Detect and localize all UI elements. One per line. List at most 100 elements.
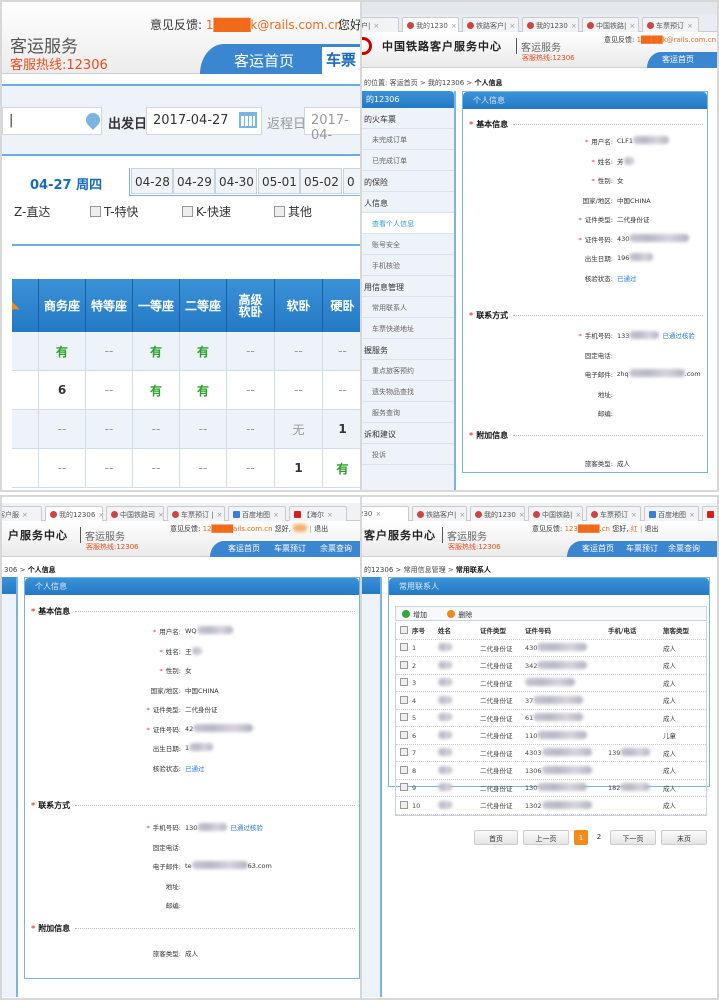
- close-tab-icon[interactable]: ×: [158, 511, 164, 519]
- row-checkbox[interactable]: [400, 695, 408, 704]
- sidebar-item[interactable]: 账号安全: [362, 234, 454, 255]
- row-checkbox[interactable]: [400, 660, 408, 669]
- close-tab-icon[interactable]: ×: [509, 22, 515, 30]
- table-row[interactable]: 4 二代身份证 37 成人: [396, 692, 706, 710]
- nav-home[interactable]: 客运首页: [582, 543, 614, 554]
- sidebar-group[interactable]: 人信息: [362, 192, 454, 213]
- row-checkbox[interactable]: [400, 713, 408, 722]
- date-tab[interactable]: 05-02: [300, 168, 342, 194]
- calendar-icon[interactable]: [239, 112, 257, 128]
- last-page-button[interactable]: 末页: [661, 830, 707, 845]
- sidebar-item[interactable]: 已完成订单: [362, 150, 454, 171]
- sidebar-item[interactable]: 手机核验: [362, 255, 454, 276]
- logout-link[interactable]: 退出: [645, 525, 659, 533]
- breadcrumb-my12306[interactable]: 我的12306: [428, 79, 464, 87]
- nav-tickets[interactable]: 车票: [322, 47, 360, 74]
- table-row[interactable]: 2 二代身份证 342 成人: [396, 657, 706, 675]
- nav-home[interactable]: 客运首页: [234, 50, 294, 71]
- date-tab[interactable]: 0: [343, 168, 360, 194]
- close-tab-icon[interactable]: ×: [373, 22, 379, 30]
- close-tab-icon[interactable]: ×: [575, 511, 581, 519]
- close-tab-icon[interactable]: ×: [217, 511, 223, 519]
- sidebar-group[interactable]: 用信息管理: [362, 276, 454, 297]
- filter-t[interactable]: T-特快: [90, 203, 139, 220]
- sidebar-item[interactable]: 投诉: [362, 444, 454, 465]
- row-checkbox[interactable]: [400, 678, 408, 687]
- sidebar-item[interactable]: 遗失物品查找: [362, 381, 454, 402]
- close-tab-icon[interactable]: ×: [22, 511, 28, 519]
- date-tab[interactable]: 04-28: [131, 168, 173, 194]
- close-tab-icon[interactable]: ×: [629, 22, 635, 30]
- row-checkbox[interactable]: [400, 783, 408, 792]
- checkbox[interactable]: [182, 206, 193, 217]
- close-tab-icon[interactable]: ×: [273, 511, 279, 519]
- date-tab[interactable]: 04-30: [215, 168, 257, 194]
- date-tab-active[interactable]: 04-27 周四: [12, 168, 130, 196]
- first-page-button[interactable]: 首页: [474, 830, 518, 845]
- table-row[interactable]: 3 二代身份证 成人: [396, 675, 706, 692]
- sidebar-group[interactable]: 的保险: [362, 171, 454, 192]
- page-2-button[interactable]: 2: [593, 830, 605, 845]
- row-checkbox[interactable]: [400, 800, 408, 809]
- sidebar-item[interactable]: 重点旅客预约: [362, 360, 454, 381]
- mobile-verified-link[interactable]: 已通过核验: [662, 332, 695, 340]
- breadcrumb-info-management[interactable]: 常用信息管理 >: [404, 566, 454, 574]
- table-row[interactable]: -- -- -- -- -- 1 有: [12, 449, 360, 488]
- page-1-button[interactable]: 1: [574, 830, 588, 845]
- row-checkbox[interactable]: [400, 730, 408, 739]
- nav-booking[interactable]: 车票预订: [626, 543, 658, 554]
- date-tab[interactable]: 04-29: [173, 168, 215, 194]
- close-tab-icon[interactable]: ×: [571, 22, 577, 30]
- table-row[interactable]: 8 二代身份证 1306 成人: [396, 762, 706, 780]
- close-tab-icon[interactable]: ×: [459, 511, 465, 519]
- close-tab-icon[interactable]: ×: [687, 22, 693, 30]
- filter-other[interactable]: 其他: [274, 203, 312, 220]
- logout-link[interactable]: 退出: [314, 525, 328, 533]
- table-row[interactable]: -- -- -- -- -- 无 1: [12, 410, 360, 449]
- feedback-email-link[interactable]: 1████k@rails.com.cn: [637, 36, 716, 44]
- nav-remaining-tickets[interactable]: 余票查询: [320, 543, 352, 554]
- checkbox[interactable]: [274, 206, 285, 217]
- breadcrumb-home[interactable]: 客运首页: [390, 79, 418, 87]
- row-checkbox[interactable]: [400, 643, 408, 652]
- sidebar-group[interactable]: 的火车票: [362, 108, 454, 129]
- close-tab-icon[interactable]: ×: [631, 511, 637, 519]
- table-row[interactable]: 7 二代身份证 4303 139 成人: [396, 745, 706, 762]
- filter-z[interactable]: Z-直达: [14, 203, 50, 220]
- sidebar-item[interactable]: 未完成订单: [362, 129, 454, 150]
- nav-remaining-tickets[interactable]: 余票查询: [668, 543, 700, 554]
- close-tab-icon[interactable]: ×: [519, 511, 525, 519]
- table-row[interactable]: 5 二代身份证 61 成人: [396, 710, 706, 727]
- nav-home[interactable]: 客运首页: [662, 54, 694, 65]
- feedback-email-link[interactable]: 12████ails.com.cn: [203, 525, 273, 533]
- delete-contact-button[interactable]: 删除: [447, 610, 472, 619]
- close-tab-icon[interactable]: ×: [451, 22, 457, 30]
- date-tab[interactable]: 05-01: [258, 168, 300, 194]
- table-row[interactable]: 9 二代身份证 130 182 成人: [396, 780, 706, 797]
- select-all-checkbox[interactable]: [400, 626, 408, 635]
- sidebar-item[interactable]: 常用联系人: [362, 297, 454, 318]
- sidebar-item[interactable]: 查看个人信息: [362, 213, 454, 234]
- return-date-input[interactable]: 2017-04-: [304, 107, 360, 143]
- close-tab-icon[interactable]: ×: [689, 511, 695, 519]
- sidebar-item[interactable]: 服务查询: [362, 402, 454, 423]
- next-page-button[interactable]: 下一页: [610, 830, 656, 845]
- add-contact-button[interactable]: 增加: [402, 610, 427, 619]
- sidebar-item[interactable]: 车票快递地址: [362, 318, 454, 339]
- close-tab-icon[interactable]: ×: [375, 510, 381, 518]
- username-link[interactable]: 红: [631, 525, 638, 533]
- close-tab-icon[interactable]: ×: [98, 511, 104, 519]
- checkbox[interactable]: [90, 206, 101, 217]
- table-row[interactable]: 有 -- 有有 -- -- --: [12, 332, 360, 371]
- prev-page-button[interactable]: 上一页: [523, 830, 569, 845]
- feedback-email-link[interactable]: 123████.cn: [565, 525, 610, 533]
- filter-k[interactable]: K-快速: [182, 203, 231, 220]
- table-row[interactable]: 6 -- 有有 -- -- --: [12, 371, 360, 410]
- row-checkbox[interactable]: [400, 765, 408, 774]
- nav-home[interactable]: 客运首页: [228, 543, 260, 554]
- close-tab-icon[interactable]: ×: [327, 511, 333, 519]
- nav-booking[interactable]: 车票预订: [274, 543, 306, 554]
- sidebar-group[interactable]: 诉和建议: [362, 423, 454, 444]
- sidebar-group[interactable]: 握服务: [362, 339, 454, 360]
- table-row[interactable]: 1 二代身份证 430 成人: [396, 640, 706, 657]
